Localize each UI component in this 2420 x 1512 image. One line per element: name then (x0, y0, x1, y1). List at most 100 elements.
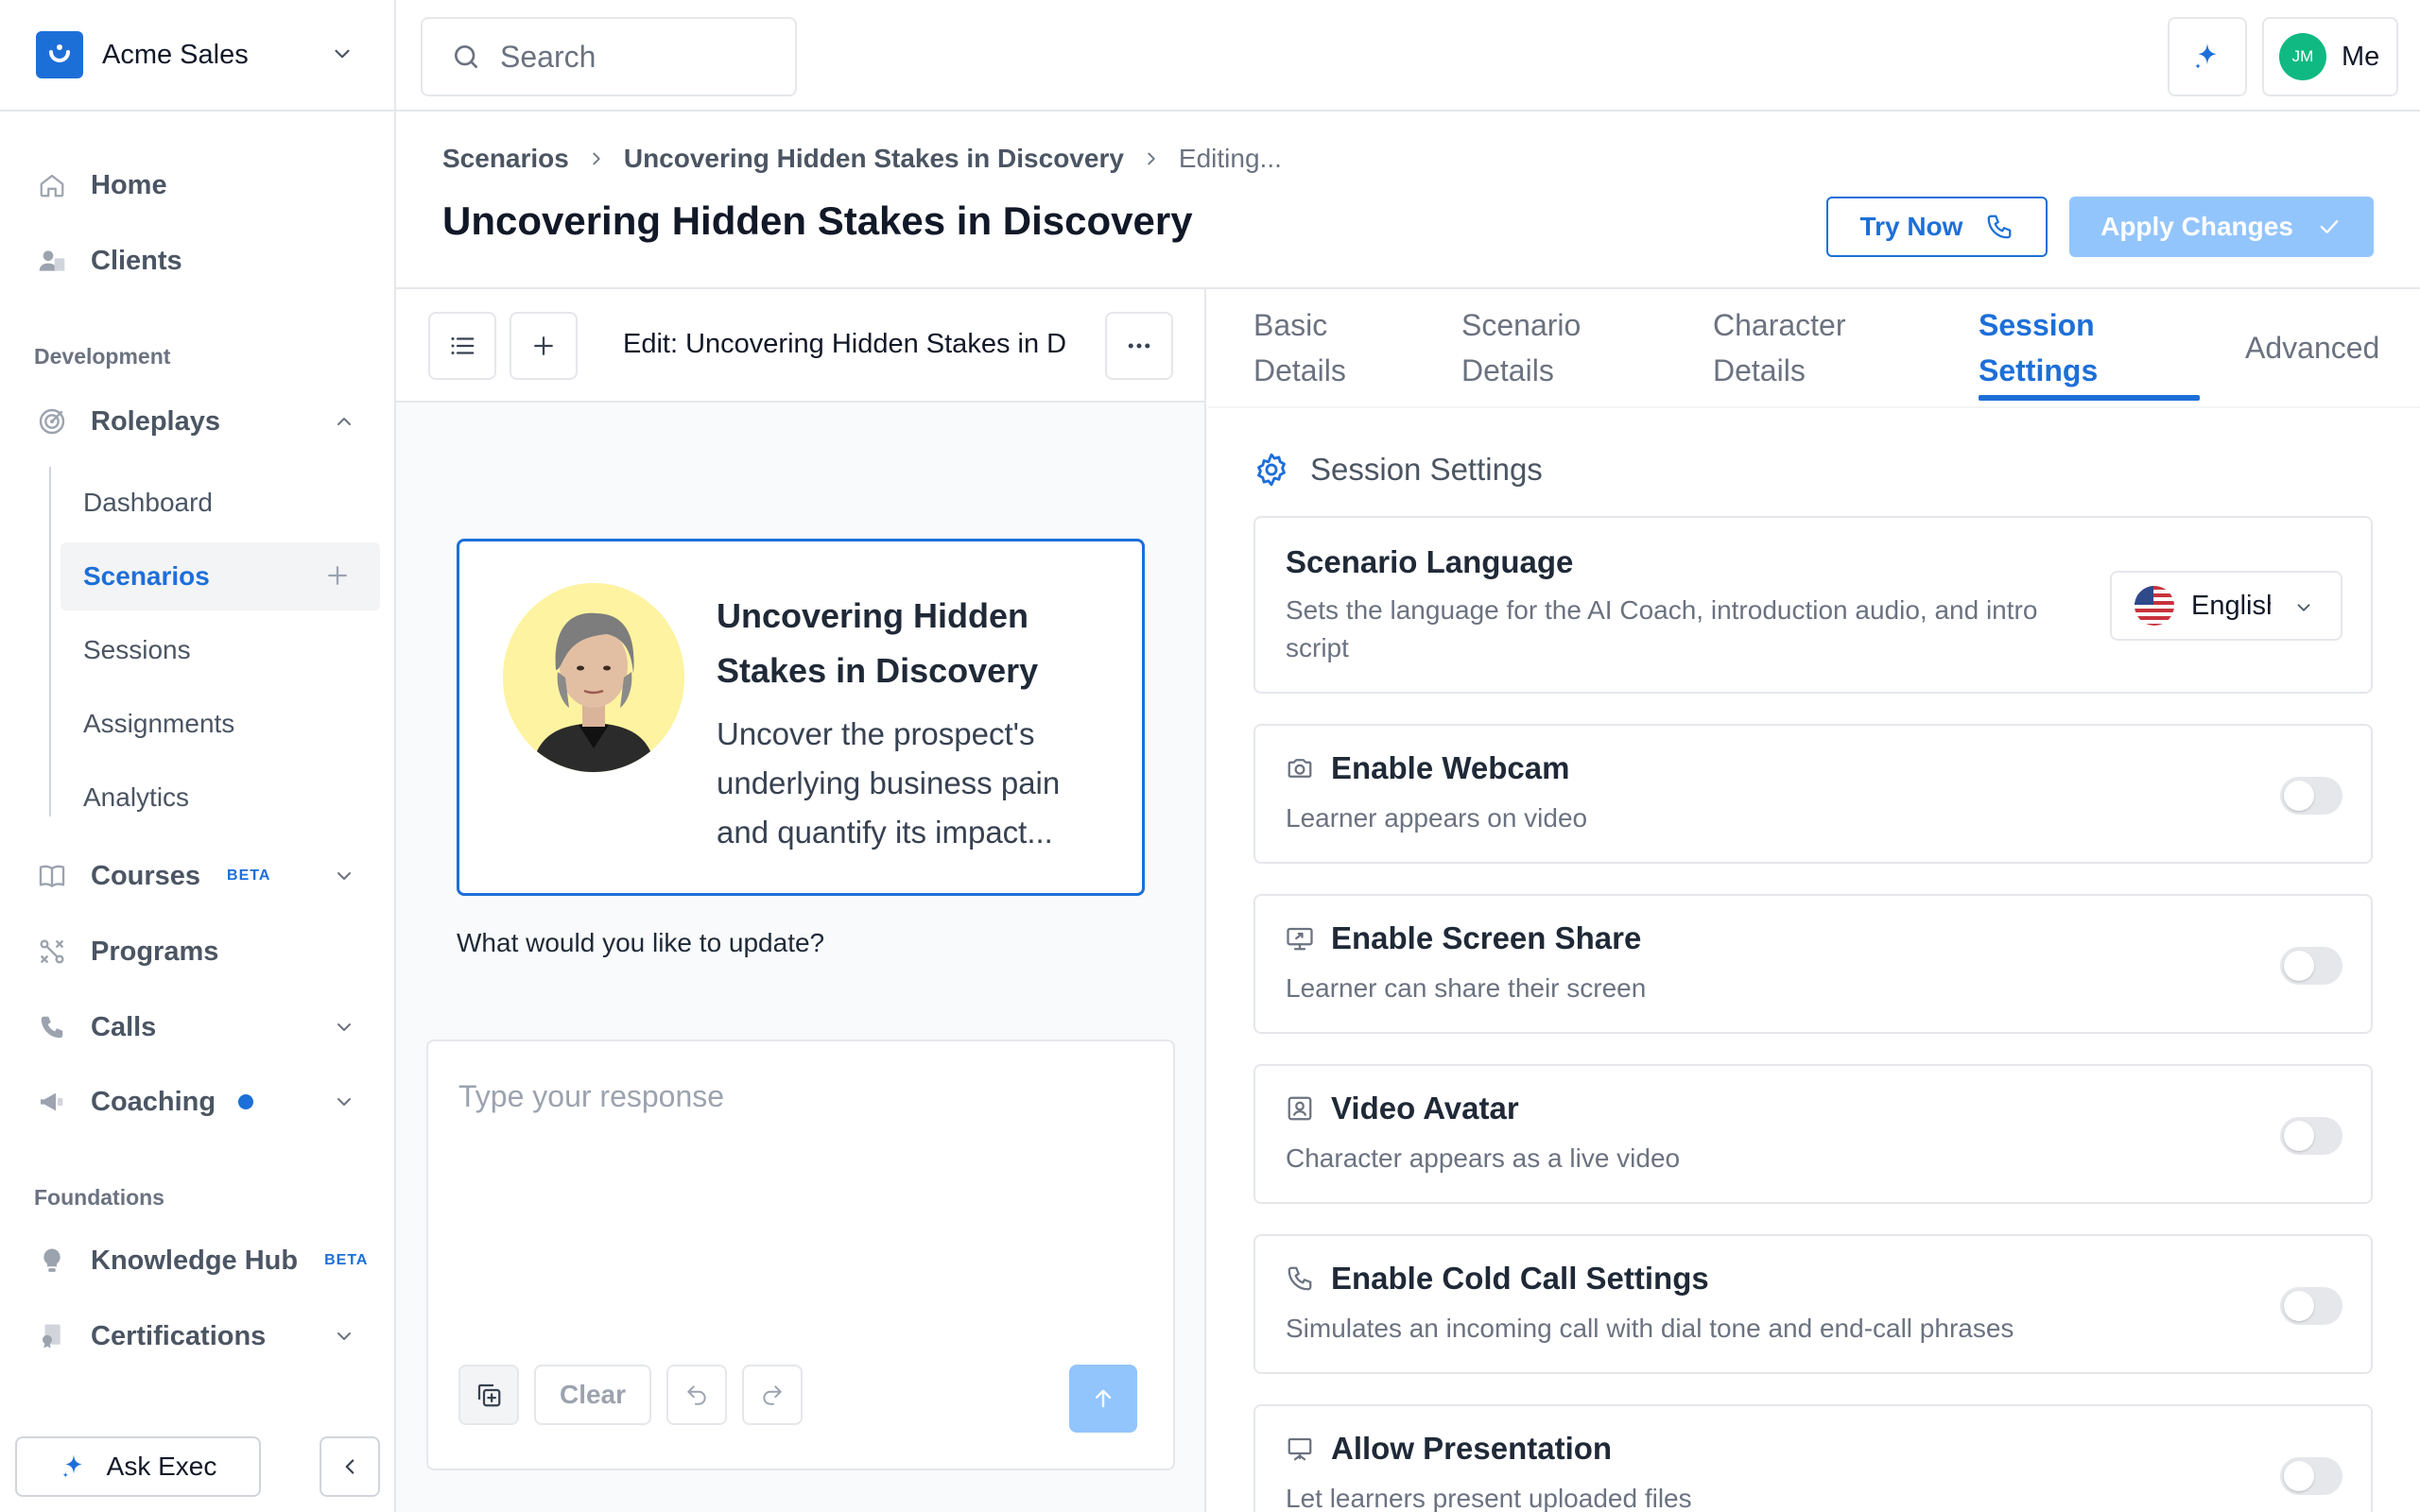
chevron-down-icon (337, 1023, 351, 1031)
phone-icon (1988, 215, 2012, 239)
sparkle-icon (2195, 43, 2217, 69)
sidebar-subitem-scenarios[interactable]: Scenarios (60, 542, 380, 610)
tab-character-details[interactable]: Character Details (1713, 302, 1846, 393)
sidebar-item-calls[interactable]: Calls (34, 999, 384, 1056)
page-title: Uncovering Hidden Stakes in Discovery (442, 198, 1193, 243)
new-button[interactable] (510, 312, 578, 380)
clients-icon (34, 243, 70, 279)
org-logo (36, 31, 83, 78)
sidebar-subitem-analytics[interactable]: Analytics (60, 764, 380, 832)
video-avatar-setting: Video Avatar Character appears as a live… (1253, 1064, 2373, 1204)
response-input[interactable]: Type your response (458, 1079, 724, 1114)
collapse-sidebar-button[interactable] (320, 1436, 380, 1497)
arrow-up-icon (1095, 1389, 1112, 1408)
language-select[interactable]: English (2110, 571, 2342, 641)
redo-button[interactable] (742, 1365, 803, 1425)
ask-exec-button[interactable]: Ask Exec (15, 1436, 261, 1497)
breadcrumb-scenarios[interactable]: Scenarios (442, 144, 569, 174)
setting-title-label: Allow Presentation (1331, 1431, 1613, 1466)
sidebar-item-coaching[interactable]: Coaching (34, 1074, 384, 1130)
sidebar-item-label: Calls (91, 1011, 157, 1042)
chevron-down-icon (2297, 604, 2310, 611)
more-options-button[interactable] (1105, 312, 1173, 380)
response-composer[interactable]: Type your response Clear (426, 1040, 1175, 1470)
sidebar-item-roleplays[interactable]: Roleplays (34, 393, 384, 450)
sidebar-subitem-assignments[interactable]: Assignments (60, 690, 380, 758)
section-header: Session Settings (1253, 452, 1543, 488)
allow-presentation-setting: Allow Presentation Let learners present … (1253, 1404, 2373, 1512)
sidebar-subitem-dashboard[interactable]: Dashboard (60, 469, 380, 537)
tab-session-settings[interactable]: Session Settings (1979, 302, 2098, 393)
avatar: JM (2279, 33, 2326, 80)
sidebar-item-knowledge-hub[interactable]: Knowledge Hub BETA (34, 1232, 384, 1289)
nav-section-foundations: Foundations (34, 1185, 164, 1210)
tab-label: Session (1979, 308, 2095, 342)
allow-presentation-toggle[interactable] (2280, 1457, 2342, 1495)
apply-changes-button[interactable]: Apply Changes (2069, 197, 2374, 257)
tab-basic-details[interactable]: Basic Details (1253, 302, 1346, 393)
try-now-button[interactable]: Try Now (1826, 197, 2048, 257)
camera-icon (1288, 759, 1312, 778)
sidebar-item-courses[interactable]: Courses BETA (34, 848, 384, 904)
cold-call-setting: Enable Cold Call Settings Simulates an i… (1253, 1234, 2373, 1374)
scenario-card[interactable]: Uncovering Hidden Stakes in Discovery Un… (457, 539, 1145, 896)
enable-screen-share-setting: Enable Screen Share Learner can share th… (1253, 894, 2373, 1034)
enable-webcam-toggle[interactable] (2280, 777, 2342, 815)
book-icon (34, 858, 70, 894)
list-button[interactable] (428, 312, 496, 380)
certificate-icon (34, 1318, 70, 1354)
language-value: English (2191, 590, 2271, 621)
home-icon (34, 167, 70, 203)
sidebar-subitem-sessions[interactable]: Sessions (60, 616, 380, 684)
settings-tabs: Basic Details Scenario Details Character… (1208, 289, 2420, 403)
sidebar-item-clients[interactable]: Clients (34, 232, 384, 289)
setting-title: Enable Webcam (1286, 750, 1569, 786)
cold-call-toggle[interactable] (2280, 1287, 2342, 1325)
send-button[interactable] (1069, 1365, 1137, 1433)
sidebar-item-label: Coaching (91, 1086, 216, 1117)
plus-icon[interactable] (323, 561, 352, 590)
org-name: Acme Sales (102, 39, 249, 70)
breadcrumb: Scenarios Uncovering Hidden Stakes in Di… (442, 144, 1282, 174)
sidebar-item-label: Courses (91, 860, 201, 891)
user-menu-button[interactable]: JM Me (2262, 17, 2398, 96)
ai-assistant-button[interactable] (2168, 17, 2247, 96)
redo-icon (763, 1385, 782, 1405)
tab-advanced[interactable]: Advanced (2245, 325, 2379, 370)
sidebar-item-label: Knowledge Hub (91, 1245, 299, 1276)
sidebar: Acme Sales Home Clients Development Role… (0, 0, 396, 1512)
sidebar-item-programs[interactable]: Programs (34, 923, 384, 980)
org-switcher[interactable]: Acme Sales (0, 0, 394, 112)
screen-share-icon (1287, 927, 1313, 951)
clear-button[interactable]: Clear (534, 1365, 651, 1425)
tab-label: Advanced (2245, 331, 2380, 365)
search-input[interactable]: Search (421, 17, 797, 96)
setting-title-label: Enable Screen Share (1331, 920, 1642, 955)
apply-changes-label: Apply Changes (2100, 212, 2293, 241)
sidebar-footer: Ask Exec (0, 1418, 394, 1512)
sidebar-item-home[interactable]: Home (34, 157, 384, 214)
settings-pane: Basic Details Scenario Details Character… (1208, 289, 2420, 1512)
chevron-right-icon (586, 148, 607, 169)
enable-screen-share-toggle[interactable] (2280, 947, 2342, 985)
plus-icon (534, 336, 553, 355)
list-icon (451, 337, 475, 354)
sidebar-item-label: Home (91, 169, 167, 200)
sparkle-icon (62, 1454, 82, 1478)
sidebar-subitem-label: Scenarios (83, 561, 210, 591)
submenu-line (49, 467, 51, 816)
breadcrumb-scenario[interactable]: Uncovering Hidden Stakes in Discovery (624, 144, 1124, 174)
tab-label: Details (1461, 353, 1554, 387)
undo-button[interactable] (666, 1365, 727, 1425)
lightbulb-icon (34, 1243, 70, 1279)
editor-pane: Edit: Uncovering Hidden Stakes in D Unco… (396, 289, 1206, 1512)
sidebar-item-label: Certifications (91, 1320, 267, 1351)
add-attachment-button[interactable] (458, 1365, 519, 1425)
setting-description: Character appears as a live video (1286, 1143, 1681, 1173)
tab-scenario-details[interactable]: Scenario Details (1461, 302, 1581, 393)
video-avatar-toggle[interactable] (2280, 1117, 2342, 1155)
user-menu-label: Me (2342, 41, 2380, 72)
tab-label: Details (1253, 353, 1346, 387)
sidebar-item-certifications[interactable]: Certifications (34, 1308, 384, 1365)
sidebar-item-label: Programs (91, 936, 219, 967)
